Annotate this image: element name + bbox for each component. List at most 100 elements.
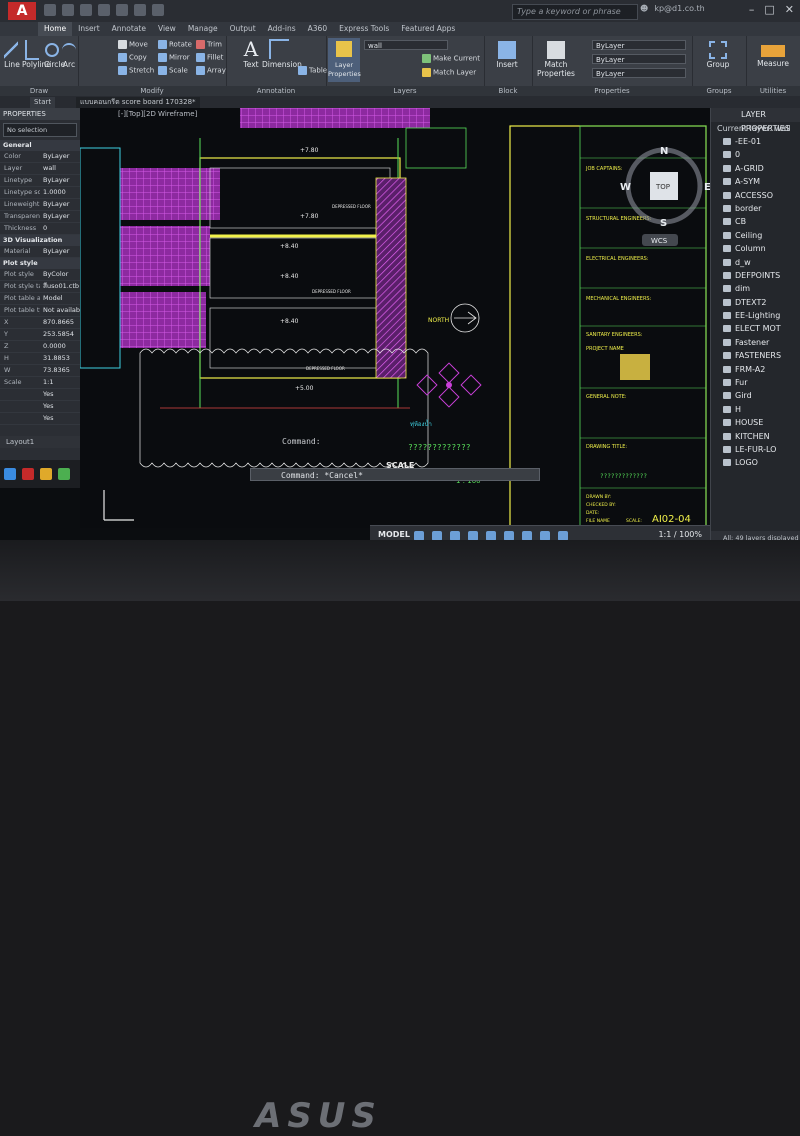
tab-featured-apps[interactable]: Featured Apps — [395, 22, 461, 36]
make-current-button[interactable]: Make Current — [422, 54, 480, 63]
prop-row[interactable]: TransparencyByLayer — [0, 211, 80, 223]
layer-row[interactable]: KITCHEN — [711, 430, 800, 443]
match-layer-button[interactable]: Match Layer — [422, 68, 476, 77]
print-icon[interactable] — [116, 4, 128, 16]
prop-row[interactable]: Y 253.5854 — [0, 329, 80, 341]
copy-button[interactable]: Copy — [118, 53, 147, 62]
user-label[interactable]: kp@d1.co.th — [654, 4, 704, 13]
save-icon[interactable] — [80, 4, 92, 16]
visualization-section[interactable]: 3D Visualization — [0, 235, 80, 246]
prop-row[interactable]: Color ByLayer — [0, 151, 80, 163]
restore-icon[interactable]: □ — [764, 3, 774, 16]
compass-s[interactable]: S — [660, 218, 667, 229]
layer-row[interactable]: LE-FUR-LO — [711, 443, 800, 456]
tab-manage[interactable]: Manage — [182, 22, 224, 36]
insert-button[interactable]: Insert — [490, 40, 524, 69]
tab-view[interactable]: View — [152, 22, 182, 36]
prop-row[interactable]: Thickness 0 — [0, 223, 80, 235]
layer-row[interactable]: Fur — [711, 376, 800, 389]
layer-row[interactable]: H — [711, 403, 800, 416]
group-button[interactable]: Group — [700, 40, 736, 69]
layer-row[interactable]: Fastener — [711, 336, 800, 349]
layer-row[interactable]: CB — [711, 215, 800, 228]
layer-row[interactable]: DTEXT2 — [711, 296, 800, 309]
tab-express-tools[interactable]: Express Tools — [333, 22, 395, 36]
user-icon[interactable]: ☻ — [640, 4, 648, 13]
compass-n[interactable]: N — [660, 146, 668, 157]
prop-row[interactable]: Plot style tableสีuso01.ctb — [0, 281, 80, 293]
chrome-icon[interactable] — [58, 468, 70, 480]
scale-button[interactable]: Scale — [158, 66, 188, 75]
properties-panel-title[interactable]: Properties — [532, 86, 692, 96]
close-icon[interactable]: ✕ — [785, 3, 794, 16]
annotation-scale[interactable]: 1:1 / 100% — [658, 530, 702, 539]
layer-row[interactable]: FASTENERS — [711, 349, 800, 362]
prop-row[interactable]: Layer wall — [0, 163, 80, 175]
prop-row[interactable]: X 870.8665 — [0, 317, 80, 329]
prop-row[interactable]: Yes — [0, 413, 80, 425]
tab-home[interactable]: Home — [38, 22, 73, 36]
mirror-button[interactable]: Mirror — [158, 53, 190, 62]
modify-panel-title[interactable]: Modify — [78, 86, 226, 96]
dimension-button[interactable]: Dimension — [262, 38, 302, 69]
prop-row[interactable]: Lineweight ByLayer — [0, 199, 80, 211]
layer-row[interactable]: -EE-01 — [711, 135, 800, 148]
layer-row[interactable]: 0 — [711, 148, 800, 161]
prop-row[interactable]: Linetype ByLayer — [0, 175, 80, 187]
layer-row[interactable]: FRM-A2 — [711, 363, 800, 376]
rotate-button[interactable]: Rotate — [158, 40, 192, 49]
linetype-dropdown[interactable]: ByLayer — [592, 54, 686, 64]
move-button[interactable]: Move — [118, 40, 148, 49]
layer-row[interactable]: Ceiling — [711, 229, 800, 242]
prop-row[interactable]: Yes — [0, 401, 80, 413]
new-icon[interactable] — [44, 4, 56, 16]
layer-row[interactable]: Column — [711, 242, 800, 255]
open-icon[interactable] — [62, 4, 74, 16]
windows-icon[interactable] — [4, 468, 16, 480]
layer-row[interactable]: EE-Lighting — [711, 309, 800, 322]
stretch-button[interactable]: Stretch — [118, 66, 154, 75]
layer-row[interactable]: DEFPOINTS — [711, 269, 800, 282]
table-button[interactable]: Table — [298, 66, 327, 75]
undo-icon[interactable] — [134, 4, 146, 16]
prop-row[interactable]: Plot table typeNot available — [0, 305, 80, 317]
start-tab[interactable]: Start — [30, 97, 56, 108]
color-dropdown[interactable]: ByLayer — [592, 40, 686, 50]
redo-icon[interactable] — [152, 4, 164, 16]
tab-output[interactable]: Output — [224, 22, 262, 36]
layer-row[interactable]: HOUSE — [711, 416, 800, 429]
layer-row[interactable]: d_w — [711, 256, 800, 269]
layer-row[interactable]: A-GRID — [711, 162, 800, 175]
tab-annotate[interactable]: Annotate — [106, 22, 152, 36]
prop-row[interactable]: Material ByLayer — [0, 246, 80, 258]
tab-addins[interactable]: Add-ins — [262, 22, 302, 36]
command-input[interactable]: Command: *Cancel* — [250, 468, 540, 481]
tab-insert[interactable]: Insert — [72, 22, 106, 36]
prop-row[interactable]: Linetype scale1.0000 — [0, 187, 80, 199]
app-logo[interactable]: A — [8, 2, 36, 20]
layer-row[interactable]: ELECT MOT — [711, 322, 800, 335]
utilities-panel-title[interactable]: Utilities — [746, 86, 800, 96]
prop-row[interactable]: Plot table attac...Model — [0, 293, 80, 305]
layer-properties-button[interactable]: Layer Properties — [328, 38, 361, 82]
prop-row[interactable]: Z 0.0000 — [0, 341, 80, 353]
trim-button[interactable]: Trim — [196, 40, 222, 49]
circle-button[interactable]: Circle — [44, 40, 65, 69]
autocad-taskbar-icon[interactable] — [22, 468, 34, 480]
search-input[interactable]: Type a keyword or phrase — [512, 4, 638, 20]
drawing-canvas[interactable]: [-][Top][2D Wireframe] +7.80 +7.80 +8.40… — [80, 108, 710, 528]
minimize-icon[interactable]: – — [749, 3, 755, 16]
general-section[interactable]: General — [0, 140, 80, 151]
layer-row[interactable]: ACCESSO — [711, 189, 800, 202]
layer-row[interactable]: A-SYM — [711, 175, 800, 188]
prop-row[interactable]: H 31.8853 — [0, 353, 80, 365]
layout-tab[interactable]: Layout1 — [0, 436, 80, 448]
lineweight-dropdown[interactable]: ByLayer — [592, 68, 686, 78]
match-properties-button[interactable]: Match Properties — [536, 40, 576, 78]
annotation-panel-title[interactable]: Annotation — [226, 86, 326, 96]
layer-dropdown[interactable]: wall — [364, 40, 448, 50]
arc-button[interactable]: Arc — [62, 40, 76, 69]
layers-panel-title[interactable]: Layers — [326, 86, 484, 96]
groups-panel-title[interactable]: Groups — [692, 86, 746, 96]
line-button[interactable]: Line — [4, 40, 20, 69]
